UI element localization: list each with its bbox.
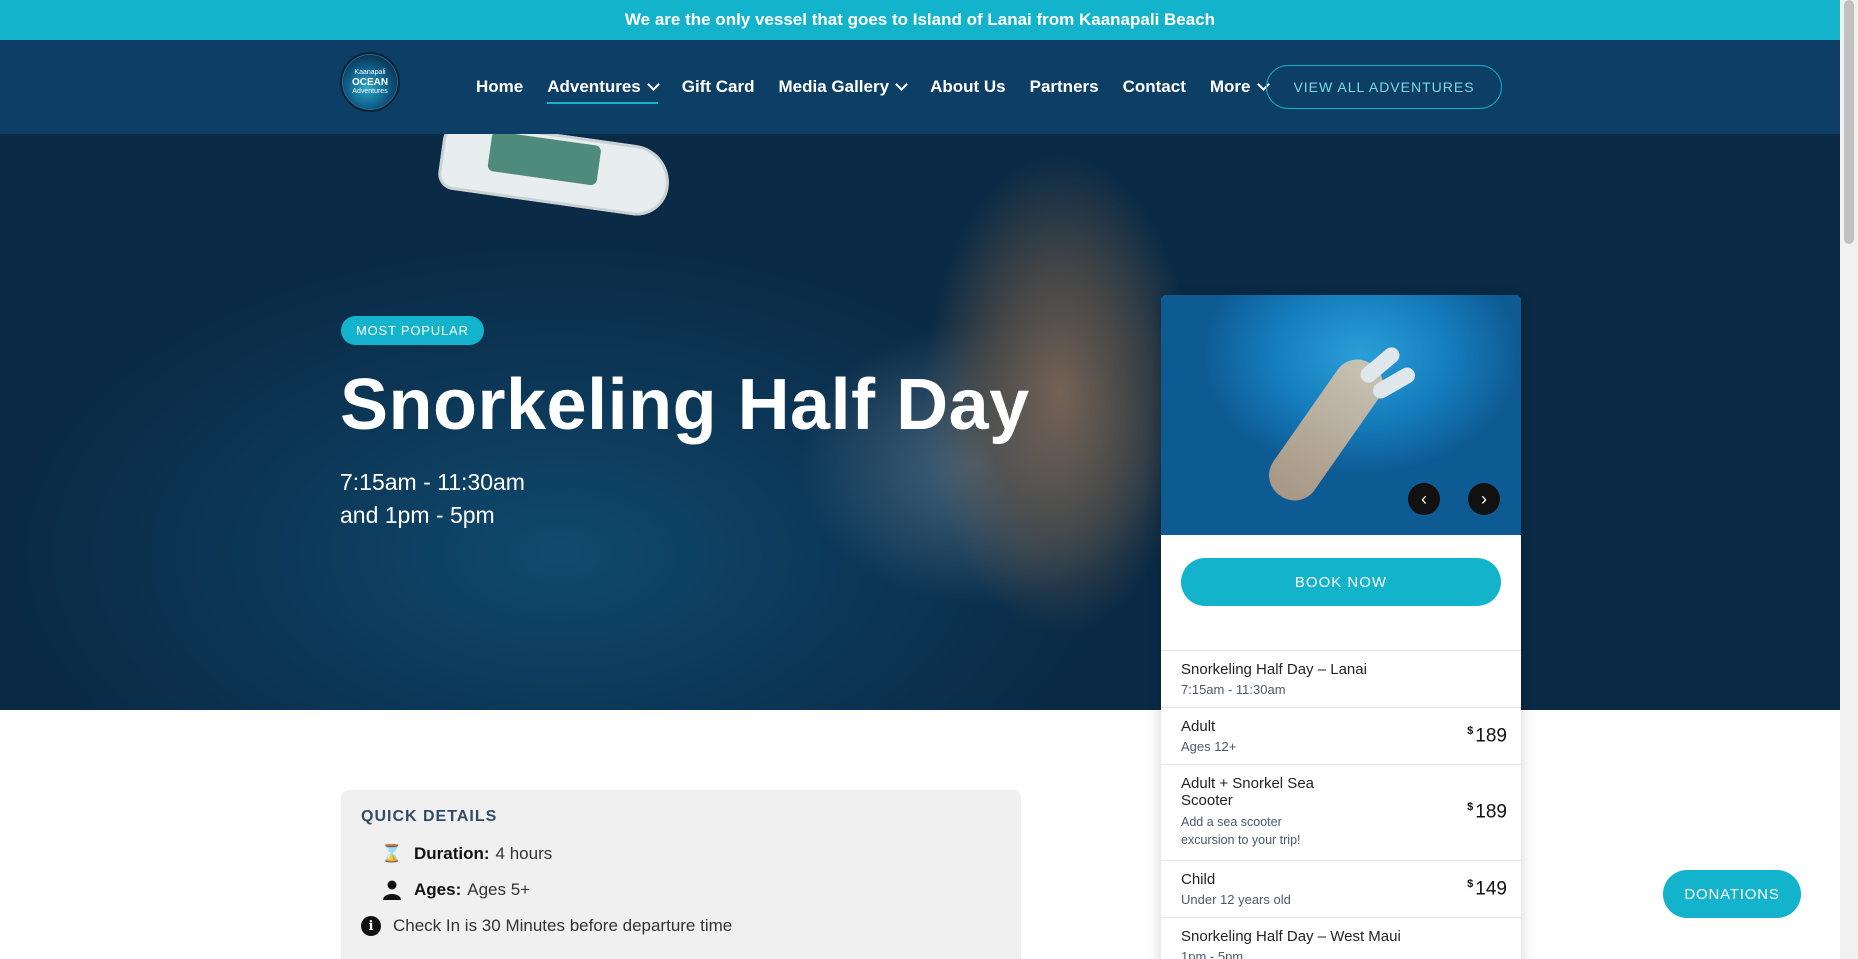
site-logo[interactable]: Kaanapali OCEAN Adventures: [340, 52, 400, 112]
logo-line-3: Adventures: [352, 88, 388, 95]
option-lanai-header[interactable]: Snorkeling Half Day – Lanai 7:15am - 11:…: [1161, 650, 1521, 707]
option-sub: Ages 12+: [1181, 739, 1237, 754]
currency: $: [1467, 878, 1474, 890]
nav-label: Adventures: [547, 77, 641, 96]
chevron-down-icon: [646, 78, 660, 91]
nav-more[interactable]: More: [1209, 77, 1270, 97]
currency: $: [1467, 801, 1474, 813]
ages-label: Ages:: [414, 880, 462, 899]
nav-label: More: [1209, 77, 1251, 96]
option-adult[interactable]: Adult Ages 12+ $189: [1161, 707, 1521, 764]
most-popular-badge: MOST POPULAR: [341, 316, 484, 345]
booking-card: ‹ › BOOK NOW Snorkeling Half Day – Lanai…: [1161, 295, 1521, 959]
option-title-2: Scooter: [1181, 792, 1233, 809]
donations-button[interactable]: DONATIONS: [1663, 870, 1801, 918]
option-title: Snorkeling Half Day – Lanai: [1181, 661, 1367, 678]
option-west-maui-header[interactable]: Snorkeling Half Day – West Maui 1pm - 5p…: [1161, 917, 1521, 959]
nav-about-us[interactable]: About Us: [930, 77, 1006, 97]
option-sub-line-2: excursion to your trip!: [1181, 833, 1301, 847]
nav-label: Partners: [1029, 77, 1099, 96]
nav-label: Media Gallery: [778, 77, 890, 96]
logo-line-2: OCEAN: [351, 77, 389, 88]
book-now-button[interactable]: BOOK NOW: [1181, 558, 1501, 606]
scrollbar-thumb[interactable]: [1844, 0, 1854, 244]
boat-image: [436, 134, 674, 220]
nav-partners[interactable]: Partners: [1030, 77, 1099, 97]
logo-line-1: Kaanapali: [354, 69, 386, 76]
info-icon: i: [361, 916, 381, 936]
next-slide-button[interactable]: ›: [1468, 483, 1500, 515]
nav-home[interactable]: Home: [476, 77, 523, 97]
option-sub: Under 12 years old: [1181, 892, 1291, 907]
option-sub-line-1: Add a sea scooter: [1181, 815, 1282, 829]
option-adult-scooter[interactable]: Adult + Snorkel Sea Scooter Add a sea sc…: [1161, 764, 1521, 860]
checkin-row: i Check In is 30 Minutes before departur…: [361, 908, 1001, 944]
option-price: $189: [1467, 801, 1507, 823]
option-title: Child: [1181, 871, 1216, 888]
option-price: $189: [1467, 725, 1507, 747]
hero-time-1: 7:15am - 11:30am: [340, 469, 525, 495]
option-child[interactable]: Child Under 12 years old $149: [1161, 860, 1521, 917]
hero-time-2: and 1pm - 5pm: [340, 502, 495, 528]
option-price: $149: [1467, 878, 1507, 900]
nav-media-gallery[interactable]: Media Gallery: [778, 77, 908, 97]
person-icon: [382, 880, 402, 900]
nav-label: Home: [476, 77, 524, 96]
option-title: Adult + Snorkel Sea: [1181, 775, 1315, 792]
nav-label: Gift Card: [681, 77, 755, 96]
chevron-down-icon: [895, 78, 908, 91]
duration-value: 4 hours: [495, 844, 553, 863]
currency: $: [1467, 725, 1474, 737]
site-header: Kaanapali OCEAN Adventures Home Adventur…: [0, 40, 1840, 134]
hourglass-icon: ⌛: [381, 844, 403, 863]
option-title: Adult: [1181, 718, 1216, 735]
checkin-text: Check In is 30 Minutes before departure …: [393, 916, 733, 935]
hero-section: MOST POPULAR Snorkeling Half Day 7:15am …: [0, 134, 1840, 710]
nav-contact[interactable]: Contact: [1123, 77, 1186, 97]
page-scrollbar[interactable]: [1840, 0, 1858, 959]
main-nav: Home Adventures Gift Card Media Gallery …: [476, 40, 1270, 134]
price-value: 189: [1475, 801, 1507, 823]
nav-label: About Us: [930, 77, 1006, 96]
price-value: 149: [1475, 878, 1507, 900]
prev-slide-button[interactable]: ‹: [1408, 483, 1440, 515]
ages-row: Ages: Ages 5+: [361, 872, 1001, 908]
page-title: Snorkeling Half Day: [340, 365, 1030, 445]
quick-details-panel: QUICK DETAILS ⌛ Duration: 4 hours Ages: …: [341, 790, 1021, 959]
nav-gift-card[interactable]: Gift Card: [682, 77, 755, 97]
quick-details-title: QUICK DETAILS: [361, 808, 498, 825]
duration-label: Duration:: [414, 844, 490, 863]
option-sub: 1pm - 5pm: [1181, 949, 1244, 959]
nav-label: Contact: [1122, 77, 1186, 96]
view-all-adventures-button[interactable]: VIEW ALL ADVENTURES: [1266, 65, 1502, 109]
duration-row: ⌛ Duration: 4 hours: [361, 836, 1001, 872]
snorkel-photo: ‹ ›: [1161, 295, 1521, 535]
nav-adventures[interactable]: Adventures: [547, 77, 660, 104]
option-sub: Add a sea scooter excursion to your trip…: [1181, 813, 1501, 849]
hero-times: 7:15am - 11:30am and 1pm - 5pm: [340, 466, 525, 532]
option-title: Snorkeling Half Day – West Maui: [1181, 928, 1401, 945]
option-sub: 7:15am - 11:30am: [1181, 682, 1286, 697]
price-value: 189: [1475, 725, 1507, 747]
announcement-bar: We are the only vessel that goes to Isla…: [0, 0, 1840, 40]
ages-value: Ages 5+: [467, 880, 531, 899]
